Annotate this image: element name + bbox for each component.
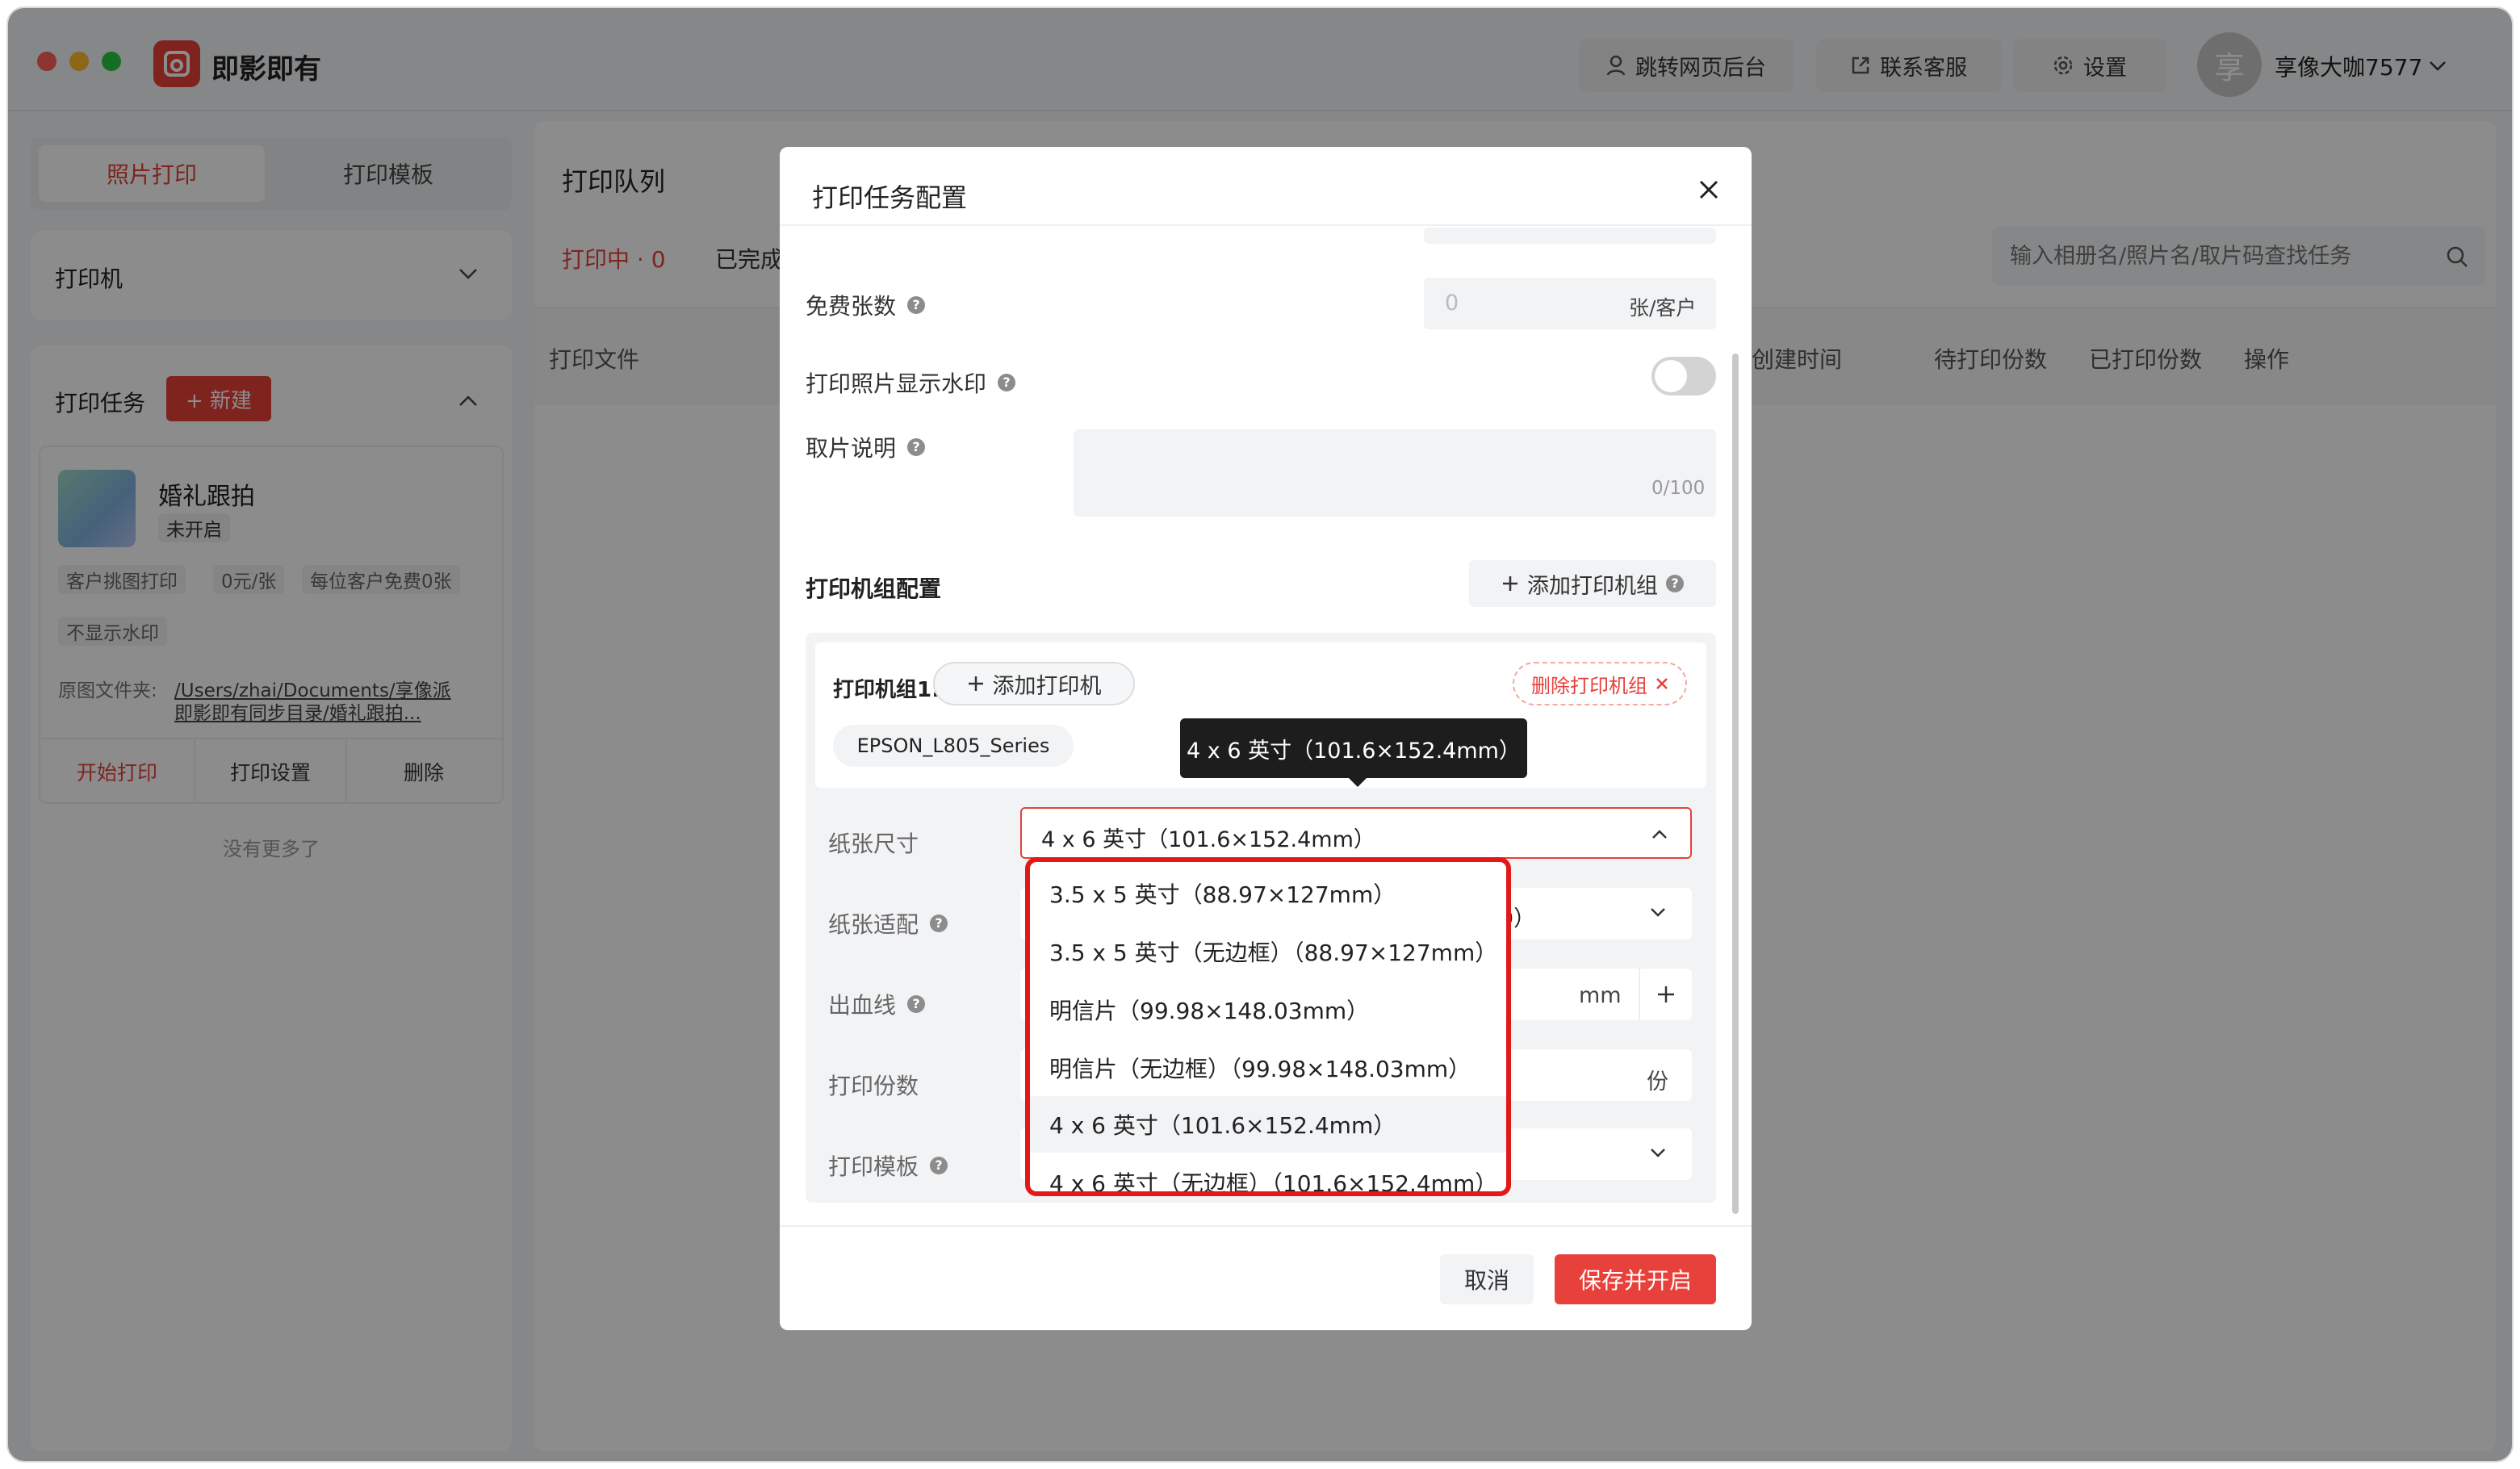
divider (1639, 969, 1640, 1020)
help-icon[interactable]: ? (998, 374, 1016, 391)
divider (780, 224, 1752, 226)
divider (780, 1225, 1752, 1227)
plus-icon (1503, 576, 1517, 591)
bleed-unit: mm (1579, 983, 1622, 1008)
bleed-label-text: 出血线 (828, 992, 897, 1019)
free-count-label-text: 免费张数 (806, 293, 897, 320)
copies-unit: 份 (1647, 1069, 1668, 1094)
add-printer-button[interactable]: 添加打印机 (933, 662, 1135, 705)
close-icon (1656, 678, 1668, 689)
dropdown-option[interactable]: 3.5 x 5 英寸（88.97×127mm） (1030, 865, 1506, 922)
chevron-down-icon (1651, 908, 1665, 917)
chevron-up-icon (1652, 830, 1667, 839)
pickup-note-counter: 0/100 (1651, 478, 1706, 499)
watermark-toggle[interactable] (1651, 357, 1716, 396)
printer-group-label: 打印机组1: (833, 678, 940, 702)
tooltip-text: 4 x 6 英寸（101.6×152.4mm） (1187, 738, 1521, 764)
help-icon[interactable]: ? (930, 914, 948, 932)
copies-label-text: 打印份数 (828, 1073, 919, 1099)
save-and-start-button[interactable]: 保存并开启 (1555, 1254, 1716, 1304)
help-icon[interactable]: ? (1666, 575, 1684, 592)
dropdown-option[interactable]: 4 x 6 英寸（无边框）（101.6×152.4mm） (1030, 1154, 1506, 1191)
modal-title: 打印任务配置 (812, 182, 968, 213)
tooltip-arrow (1348, 777, 1367, 787)
pickup-note-textarea[interactable]: 0/100 (1074, 429, 1716, 517)
add-printer-group-label: 添加打印机组 (1527, 573, 1658, 599)
add-printer-label: 添加打印机 (992, 673, 1102, 699)
cancel-button[interactable]: 取消 (1440, 1254, 1534, 1304)
paper-fit-label: 纸张适配? (828, 907, 948, 940)
watermark-label: 打印照片显示水印? (806, 366, 1016, 399)
help-icon[interactable]: ? (907, 995, 926, 1013)
paper-size-label: 纸张尺寸 (828, 827, 919, 859)
paper-size-label-text: 纸张尺寸 (828, 831, 919, 857)
printer-chip[interactable]: EPSON_L805_Series (833, 725, 1074, 767)
modal-scrollbar[interactable] (1732, 354, 1739, 1214)
app-window: 即影即有 跳转网页后台 联系客服 设置 享 享像大咖7577 照片打印 打印模板… (8, 8, 2512, 1461)
plus-icon (968, 676, 983, 691)
close-icon[interactable] (1698, 179, 1719, 200)
plus-icon[interactable] (1656, 985, 1676, 1004)
paper-fit-label-text: 纸张适配 (828, 911, 919, 938)
printer-config-title: 打印机组配置 (806, 575, 942, 602)
delete-printer-group-button[interactable]: 删除打印机组 (1513, 662, 1687, 705)
bleed-label: 出血线? (828, 988, 926, 1020)
dropdown-option-selected[interactable]: 4 x 6 英寸（101.6×152.4mm） (1030, 1096, 1506, 1153)
dropdown-option[interactable]: 3.5 x 5 英寸（无边框）（88.97×127mm） (1030, 923, 1506, 980)
copies-label: 打印份数 (828, 1069, 919, 1101)
help-icon[interactable]: ? (907, 296, 926, 314)
paper-size-tooltip: 4 x 6 英寸（101.6×152.4mm） (1180, 718, 1527, 778)
help-icon[interactable]: ? (907, 438, 926, 456)
watermark-label-text: 打印照片显示水印 (806, 370, 987, 397)
add-printer-group-button[interactable]: 添加打印机组 ? (1469, 560, 1716, 607)
delete-printer-group-label: 删除打印机组 (1531, 674, 1647, 697)
free-count-label: 免费张数? (806, 289, 926, 321)
free-count-unit: 张/客户 (1629, 296, 1697, 320)
help-icon[interactable]: ? (930, 1157, 948, 1174)
free-count-input[interactable]: 0 张/客户 (1424, 278, 1716, 329)
pickup-note-label-text: 取片说明 (806, 435, 897, 462)
dropdown-option[interactable]: 明信片（99.98×148.03mm） (1030, 981, 1506, 1038)
paper-size-select[interactable]: 4 x 6 英寸（101.6×152.4mm） (1020, 807, 1692, 859)
print-template-label-text: 打印模板 (828, 1153, 919, 1180)
partial-field (1424, 228, 1716, 244)
chevron-down-icon (1651, 1149, 1665, 1157)
pickup-note-label: 取片说明? (806, 431, 926, 463)
print-template-label: 打印模板? (828, 1149, 948, 1182)
paper-size-dropdown[interactable]: 3.5 x 5 英寸（88.97×127mm） 3.5 x 5 英寸（无边框）（… (1025, 857, 1511, 1196)
paper-size-value: 4 x 6 英寸（101.6×152.4mm） (1041, 827, 1375, 852)
free-count-value: 0 (1445, 291, 1459, 316)
toggle-knob (1655, 360, 1687, 392)
dropdown-option[interactable]: 明信片（无边框）（99.98×148.03mm） (1030, 1040, 1506, 1096)
